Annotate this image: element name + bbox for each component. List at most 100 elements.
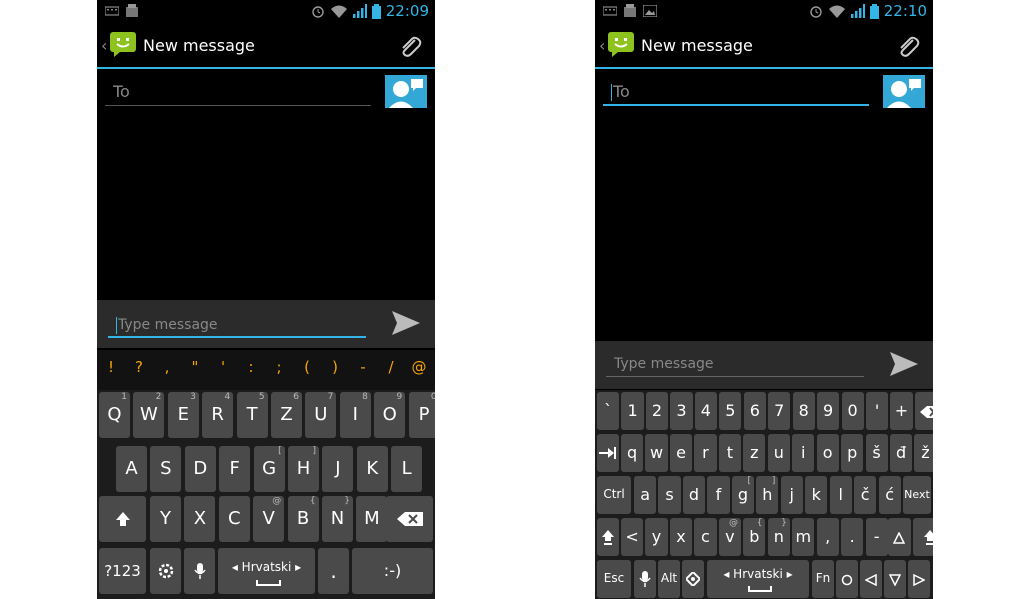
alt-key[interactable]: Alt <box>658 560 680 598</box>
recipient-field[interactable]: To <box>603 78 869 106</box>
symbol-suggestion[interactable]: @ <box>406 358 432 376</box>
contact-picker-button[interactable] <box>883 75 925 108</box>
symbol-suggestion[interactable]: ; <box>266 358 292 376</box>
key-row4-2[interactable]: x <box>669 518 693 556</box>
key-ž[interactable]: ž <box>914 434 933 472</box>
key-l[interactable]: l <box>829 476 852 514</box>
key-h[interactable]: H] <box>288 446 319 492</box>
key-c[interactable]: C <box>218 496 250 542</box>
paperclip-icon[interactable] <box>395 32 423 60</box>
key-w[interactable]: w <box>645 434 668 472</box>
key-row1-0[interactable]: ` <box>597 392 620 430</box>
symbol-suggestion[interactable]: ' <box>210 358 236 376</box>
send-icon[interactable] <box>391 310 421 336</box>
key-t[interactable]: T5 <box>236 392 268 438</box>
contact-picker-button[interactable] <box>385 75 427 108</box>
key-č[interactable]: č <box>854 476 877 514</box>
key-r[interactable]: r <box>694 434 717 472</box>
symbol-suggestion[interactable]: ? <box>126 358 152 376</box>
shift-right-key[interactable] <box>912 518 933 556</box>
language-space-key[interactable]: ◂ Hrvatski ▸ <box>218 548 315 594</box>
symbol-suggestion[interactable]: " <box>182 358 208 376</box>
back-chevron-icon[interactable]: ‹ <box>599 36 605 55</box>
key-row1-5[interactable]: 5 <box>719 392 742 430</box>
key-f[interactable]: F <box>219 446 251 492</box>
symbols-mode-key[interactable]: ?123 <box>99 548 146 594</box>
send-icon[interactable] <box>889 351 919 377</box>
key-d[interactable]: D <box>184 446 216 492</box>
key-f[interactable]: f <box>707 476 730 514</box>
key-g[interactable]: g[ <box>731 476 754 514</box>
key-row1-7[interactable]: 7 <box>768 392 791 430</box>
key-row4-10[interactable]: - <box>865 518 888 556</box>
key-v[interactable]: V @ <box>253 496 285 542</box>
emoticon-key[interactable]: :-) <box>352 548 433 594</box>
symbol-suggestion[interactable]: : <box>238 358 264 376</box>
key-row1-9[interactable]: 9 <box>817 392 840 430</box>
tab-key[interactable] <box>597 434 619 472</box>
key-x[interactable]: X <box>184 496 216 542</box>
shift-left-key[interactable] <box>597 518 619 556</box>
key-u[interactable]: U7 <box>305 392 337 438</box>
key-z[interactable]: z <box>743 434 766 472</box>
key-s[interactable]: S <box>150 446 182 492</box>
right-arrow-key[interactable] <box>908 560 930 598</box>
key-row1-8[interactable]: 8 <box>792 392 815 430</box>
key-y[interactable]: Y <box>150 496 181 542</box>
key-q[interactable]: Q1 <box>99 392 130 438</box>
key-r[interactable]: R4 <box>202 392 234 438</box>
key-l[interactable]: L <box>391 446 423 492</box>
key-j[interactable]: j <box>780 476 803 514</box>
symbol-suggestion[interactable]: ! <box>98 358 124 376</box>
voice-input-key[interactable] <box>634 560 656 598</box>
language-space-key[interactable]: ◂ Hrvatski ▸ <box>707 560 809 598</box>
settings-key[interactable] <box>150 548 181 594</box>
messaging-app-icon[interactable] <box>607 30 635 58</box>
key-j[interactable]: J <box>322 446 354 492</box>
key-a[interactable]: A <box>116 446 147 492</box>
messaging-app-icon[interactable] <box>109 30 137 58</box>
key-e[interactable]: e <box>669 434 693 472</box>
ctrl-key[interactable]: Ctrl <box>597 476 631 514</box>
symbol-suggestion[interactable]: - <box>350 358 376 376</box>
settings-key[interactable] <box>682 560 704 598</box>
key-i[interactable]: i <box>792 434 815 472</box>
home-key[interactable] <box>836 560 858 598</box>
symbol-suggestion[interactable]: ( <box>294 358 320 376</box>
key-w[interactable]: W2 <box>133 392 165 438</box>
key-p[interactable]: P0 <box>408 392 435 438</box>
key-row1-12[interactable]: + <box>890 392 913 430</box>
symbol-suggestion[interactable]: ) <box>322 358 348 376</box>
back-chevron-icon[interactable]: ‹ <box>101 36 107 55</box>
key-p[interactable]: p <box>841 434 864 472</box>
key-t[interactable]: t <box>718 434 741 472</box>
key-n[interactable]: N} <box>322 496 353 542</box>
next-key[interactable]: Next <box>903 476 931 514</box>
recipient-field[interactable]: To <box>105 78 371 106</box>
key-row1-6[interactable]: 6 <box>743 392 766 430</box>
key-o[interactable]: O9 <box>374 392 406 438</box>
key-row1-2[interactable]: 2 <box>645 392 669 430</box>
backspace-key[interactable] <box>914 392 933 430</box>
esc-key[interactable]: Esc <box>597 560 631 598</box>
backspace-key[interactable] <box>386 496 433 542</box>
left-arrow-key[interactable] <box>860 560 882 598</box>
key-row1-3[interactable]: 3 <box>670 392 693 430</box>
period-key[interactable]: . <box>318 548 349 594</box>
key-u[interactable]: u <box>767 434 790 472</box>
key-row4-8[interactable]: , <box>816 518 839 556</box>
key-row4-6[interactable]: n} <box>767 518 790 556</box>
key-row4-9[interactable]: . <box>841 518 864 556</box>
message-input[interactable]: Type message <box>108 312 366 338</box>
key-m[interactable]: M <box>356 496 388 542</box>
key-đ[interactable]: đ <box>889 434 913 472</box>
key-z[interactable]: Z6 <box>271 392 302 438</box>
up-arrow-key[interactable] <box>888 518 911 556</box>
key-i[interactable]: I8 <box>339 392 371 438</box>
key-row4-3[interactable]: c <box>694 518 717 556</box>
key-š[interactable]: š <box>865 434 888 472</box>
key-a[interactable]: a <box>634 476 657 514</box>
key-g[interactable]: G[ <box>253 446 285 492</box>
key-k[interactable]: K <box>356 446 388 492</box>
key-d[interactable]: d <box>682 476 706 514</box>
